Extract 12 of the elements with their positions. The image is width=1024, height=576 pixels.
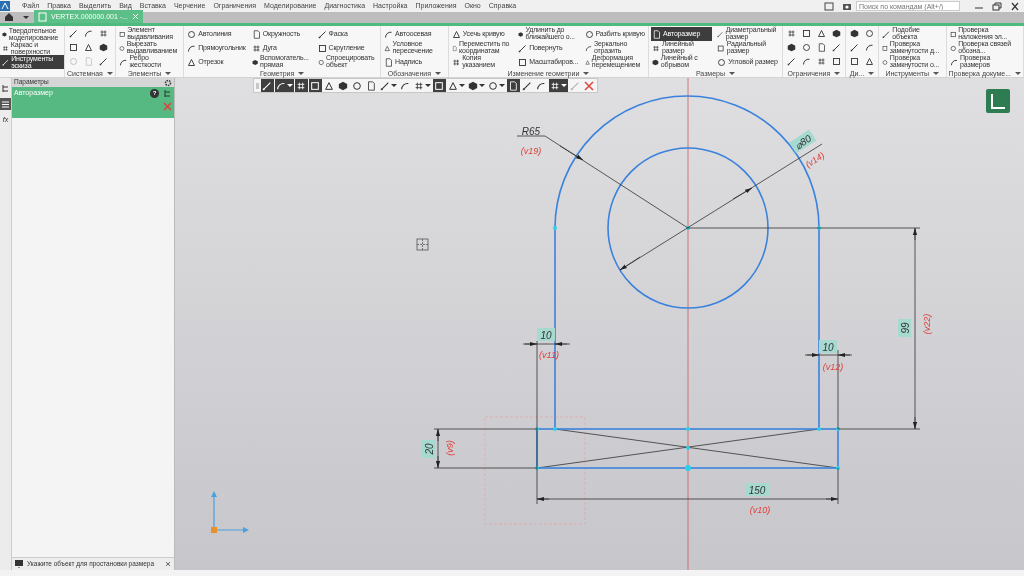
dimension-value: 99 [898,319,911,337]
dimension-variable: (v19) [520,146,542,156]
dimension-variable: (v10) [749,505,771,515]
dimension-variable: (v12) [822,362,844,372]
dimension-value: ⌀80 [789,129,817,154]
dimension-value: 150 [745,483,769,496]
dimension-variable: (v22) [922,313,932,335]
dimension-value: R65 [521,125,541,137]
dimension-variable: (v9) [445,440,455,456]
dimension-value: 10 [819,340,837,353]
dimension-value: 20 [422,440,435,458]
dimension-value: 10 [537,328,555,341]
